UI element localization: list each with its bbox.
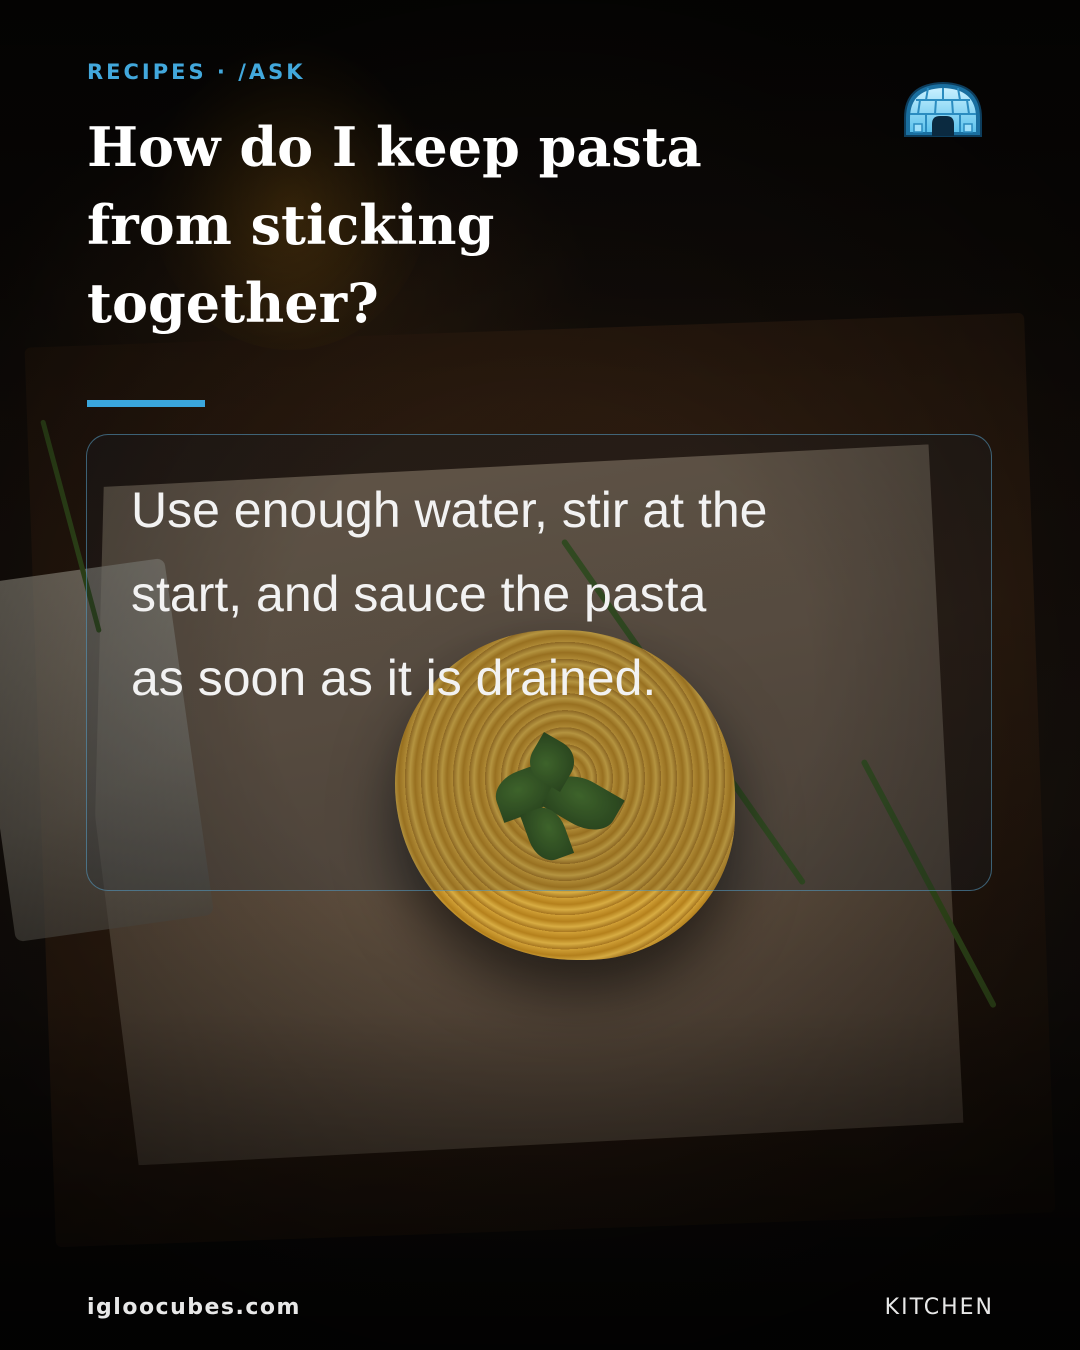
page-title: How do I keep pasta from sticking togeth… (87, 115, 702, 335)
social-card: RECIPES · /ASK How do I keep pasta from … (0, 0, 1080, 1350)
answer-text: Use enough water, stir at the start, and… (131, 482, 768, 706)
section-kicker: RECIPES · /ASK (87, 60, 306, 84)
igloo-icon (902, 80, 984, 138)
footer-category-tag: KITCHEN (884, 1295, 994, 1320)
footer-website[interactable]: igloocubes.com (87, 1295, 301, 1320)
accent-divider (87, 400, 205, 407)
